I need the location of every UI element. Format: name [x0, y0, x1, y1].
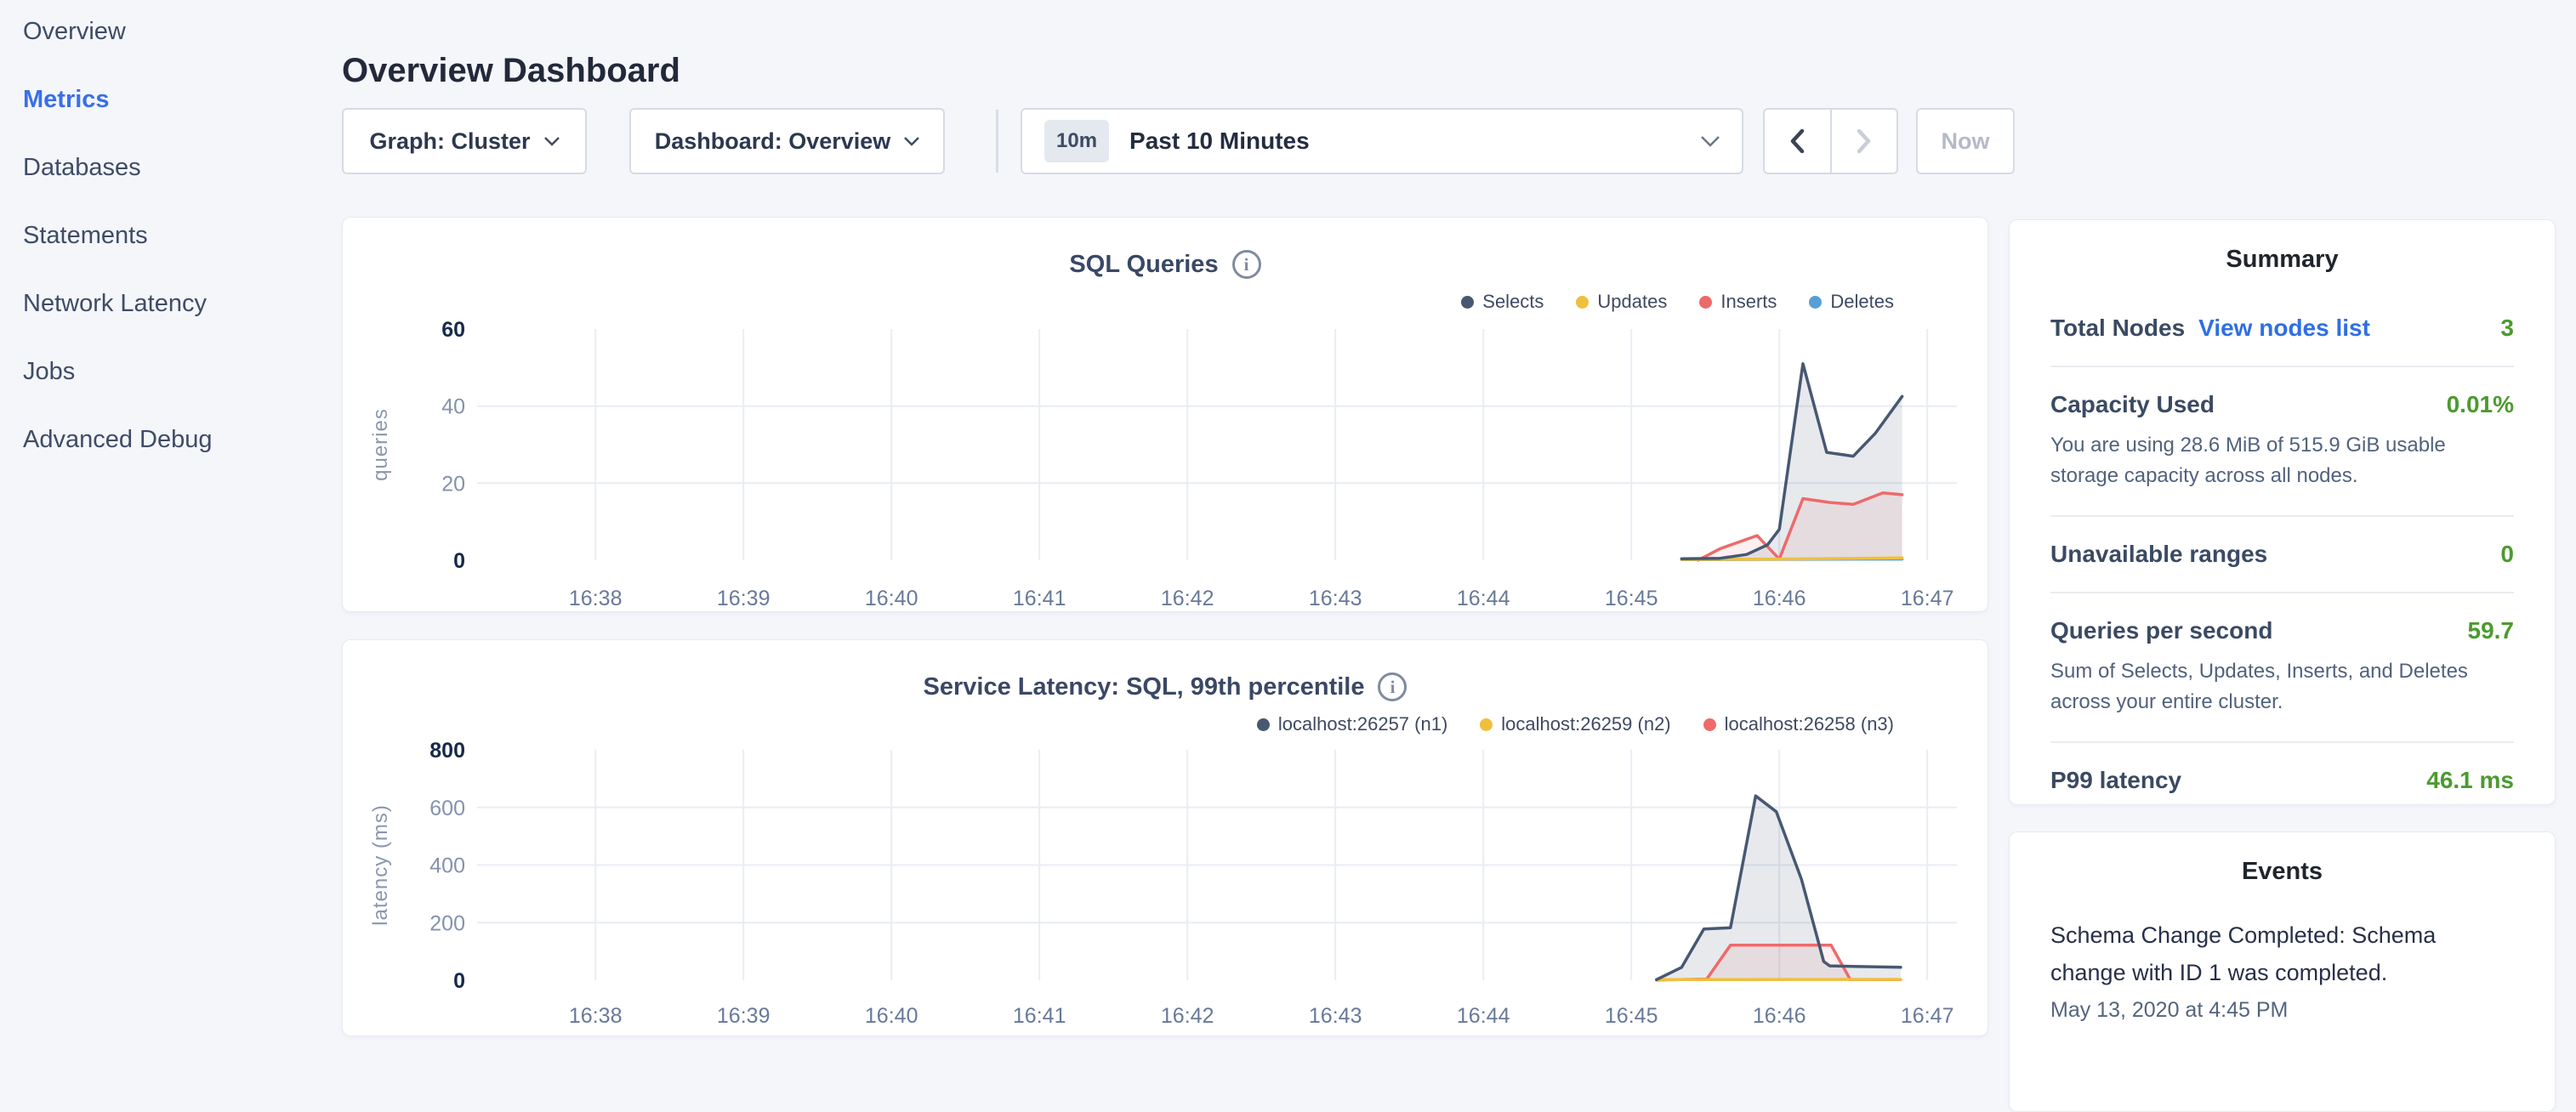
- events-panel: Events Schema Change Completed: Schema c…: [2009, 831, 2556, 1112]
- chevron-right-icon: [1857, 129, 1871, 153]
- event-timestamp: May 13, 2020 at 4:45 PM: [2050, 998, 2514, 1023]
- chevron-left-icon: [1790, 129, 1805, 153]
- y-axis-unit-label: queries: [369, 408, 392, 481]
- x-tick-label: 16:38: [569, 587, 623, 610]
- dashboard-dropdown-label: Dashboard: Overview: [655, 128, 891, 155]
- x-tick-label: 16:42: [1161, 587, 1214, 610]
- summary-row-label: P99 latency: [2050, 767, 2181, 794]
- controls-bar: Graph: Cluster Dashboard: Overview 10m P…: [342, 108, 2015, 174]
- time-range-selector[interactable]: 10m Past 10 Minutes: [1021, 108, 1743, 174]
- service-latency-chart[interactable]: 16:38 16:39 16:40 16:41 16:42 16:43 16:44 16:45…: [343, 640, 1989, 1037]
- summary-row-link[interactable]: View nodes list: [2198, 315, 2370, 342]
- y-tick-label: 60: [441, 318, 465, 342]
- summary-row-value: 0.01%: [2447, 391, 2514, 418]
- sidebar-item-label: Overview: [23, 18, 126, 46]
- sidebar-item-label: Metrics: [23, 86, 110, 114]
- x-tick-label: 16:38: [569, 1004, 623, 1028]
- summary-row-value: 3: [2500, 315, 2514, 342]
- sidebar-item-label: Statements: [23, 222, 148, 250]
- time-step-buttons: [1763, 108, 1898, 174]
- summary-title: Summary: [2010, 220, 2555, 274]
- sidebar-item-label: Network Latency: [23, 290, 207, 318]
- x-tick-label: 16:44: [1457, 1004, 1510, 1028]
- summary-row-label: Capacity Used: [2050, 391, 2215, 418]
- x-tick-label: 16:43: [1309, 587, 1362, 610]
- y-tick-label: 800: [429, 739, 465, 763]
- summary-row-subtext: Sum of Selects, Updates, Inserts, and De…: [2050, 656, 2514, 718]
- sql-queries-chart-card: SQL Queries i Selects Updates Inserts De…: [342, 217, 1988, 612]
- controls-divider: [996, 110, 998, 173]
- summary-row: Capacity Used 0.01% You are using 28.6 M…: [2050, 367, 2514, 517]
- y-tick-label: 600: [429, 797, 465, 820]
- sidebar-item-label: Advanced Debug: [23, 426, 213, 454]
- x-tick-label: 16:40: [865, 587, 918, 610]
- x-tick-label: 16:43: [1309, 1004, 1362, 1028]
- x-tick-label: 16:40: [865, 1004, 918, 1028]
- y-tick-label: 200: [429, 911, 465, 935]
- x-tick-label: 16:42: [1161, 1004, 1214, 1028]
- sidebar-item[interactable]: Databases: [23, 150, 213, 184]
- sidebar-item[interactable]: Advanced Debug: [23, 423, 213, 457]
- summary-row-label: Total Nodes: [2050, 315, 2185, 342]
- summary-row-value: 46.1 ms: [2426, 767, 2514, 794]
- summary-row-value: 59.7: [2468, 617, 2515, 644]
- graph-scope-label: Graph: Cluster: [369, 128, 530, 155]
- y-tick-label: 0: [453, 969, 465, 993]
- x-tick-label: 16:46: [1753, 1004, 1806, 1028]
- sidebar-item[interactable]: Jobs: [23, 355, 213, 389]
- next-time-button[interactable]: [1830, 110, 1897, 173]
- sidebar-item[interactable]: Statements: [23, 218, 213, 252]
- x-tick-label: 16:45: [1605, 587, 1658, 610]
- dashboard-dropdown[interactable]: Dashboard: Overview: [629, 108, 945, 174]
- y-tick-label: 20: [441, 472, 465, 496]
- sidebar-item[interactable]: Network Latency: [23, 287, 213, 321]
- series-area: [1657, 796, 1901, 980]
- x-tick-label: 16:41: [1013, 1004, 1066, 1028]
- chevron-down-icon: [544, 137, 560, 146]
- sidebar-item-label: Databases: [23, 154, 141, 182]
- time-range-label: Past 10 Minutes: [1129, 128, 1701, 155]
- summary-row: Unavailable ranges 0: [2050, 517, 2514, 593]
- summary-rows: Total Nodes View nodes list 3 Capacity U…: [2010, 274, 2555, 818]
- x-tick-label: 16:39: [717, 587, 771, 610]
- graph-scope-dropdown[interactable]: Graph: Cluster: [342, 108, 587, 174]
- summary-row: Total Nodes View nodes list 3: [2050, 291, 2514, 367]
- x-tick-label: 16:47: [1901, 1004, 1954, 1028]
- sidebar-item[interactable]: Metrics: [23, 82, 213, 116]
- events-title: Events: [2010, 832, 2555, 886]
- summary-row-subtext: You are using 28.6 MiB of 515.9 GiB usab…: [2050, 430, 2514, 491]
- sidebar-item[interactable]: Overview: [23, 14, 213, 48]
- y-tick-label: 0: [453, 549, 465, 573]
- service-latency-chart-card: Service Latency: SQL, 99th percentile i …: [342, 639, 1988, 1036]
- x-tick-label: 16:44: [1457, 587, 1510, 610]
- summary-row-label: Unavailable ranges: [2050, 541, 2267, 568]
- y-axis-unit-label: latency (ms): [369, 804, 392, 926]
- x-tick-label: 16:45: [1605, 1004, 1658, 1028]
- sql-queries-chart[interactable]: 16:38 16:39 16:40 16:41 16:42 16:43 16:44 16:45…: [343, 218, 1989, 613]
- events-list: Schema Change Completed: Schema change w…: [2010, 886, 2555, 1030]
- x-tick-label: 16:41: [1013, 587, 1066, 610]
- chevron-down-icon: [904, 137, 919, 146]
- time-range-badge: 10m: [1044, 120, 1109, 162]
- sidebar-item-label: Jobs: [23, 358, 75, 386]
- now-button[interactable]: Now: [1916, 108, 2015, 174]
- x-tick-label: 16:39: [717, 1004, 771, 1028]
- sidebar: Overview Metrics Databases Statements Ne…: [23, 14, 213, 457]
- summary-row: Queries per second 59.7 Sum of Selects, …: [2050, 593, 2514, 743]
- summary-row: P99 latency 46.1 ms: [2050, 743, 2514, 818]
- summary-row-value: 0: [2500, 541, 2514, 568]
- chevron-down-icon: [1701, 136, 1720, 147]
- summary-panel: Summary Total Nodes View nodes list 3 Ca…: [2009, 219, 2556, 805]
- x-tick-label: 16:47: [1901, 587, 1954, 610]
- page-title: Overview Dashboard: [342, 47, 680, 94]
- prev-time-button[interactable]: [1765, 110, 1830, 173]
- event-text: Schema Change Completed: Schema change w…: [2050, 916, 2514, 991]
- x-tick-label: 16:46: [1753, 587, 1806, 610]
- summary-row-label: Queries per second: [2050, 617, 2272, 644]
- event-item[interactable]: Schema Change Completed: Schema change w…: [2050, 910, 2514, 1030]
- y-tick-label: 400: [429, 854, 465, 878]
- y-tick-label: 40: [441, 395, 465, 419]
